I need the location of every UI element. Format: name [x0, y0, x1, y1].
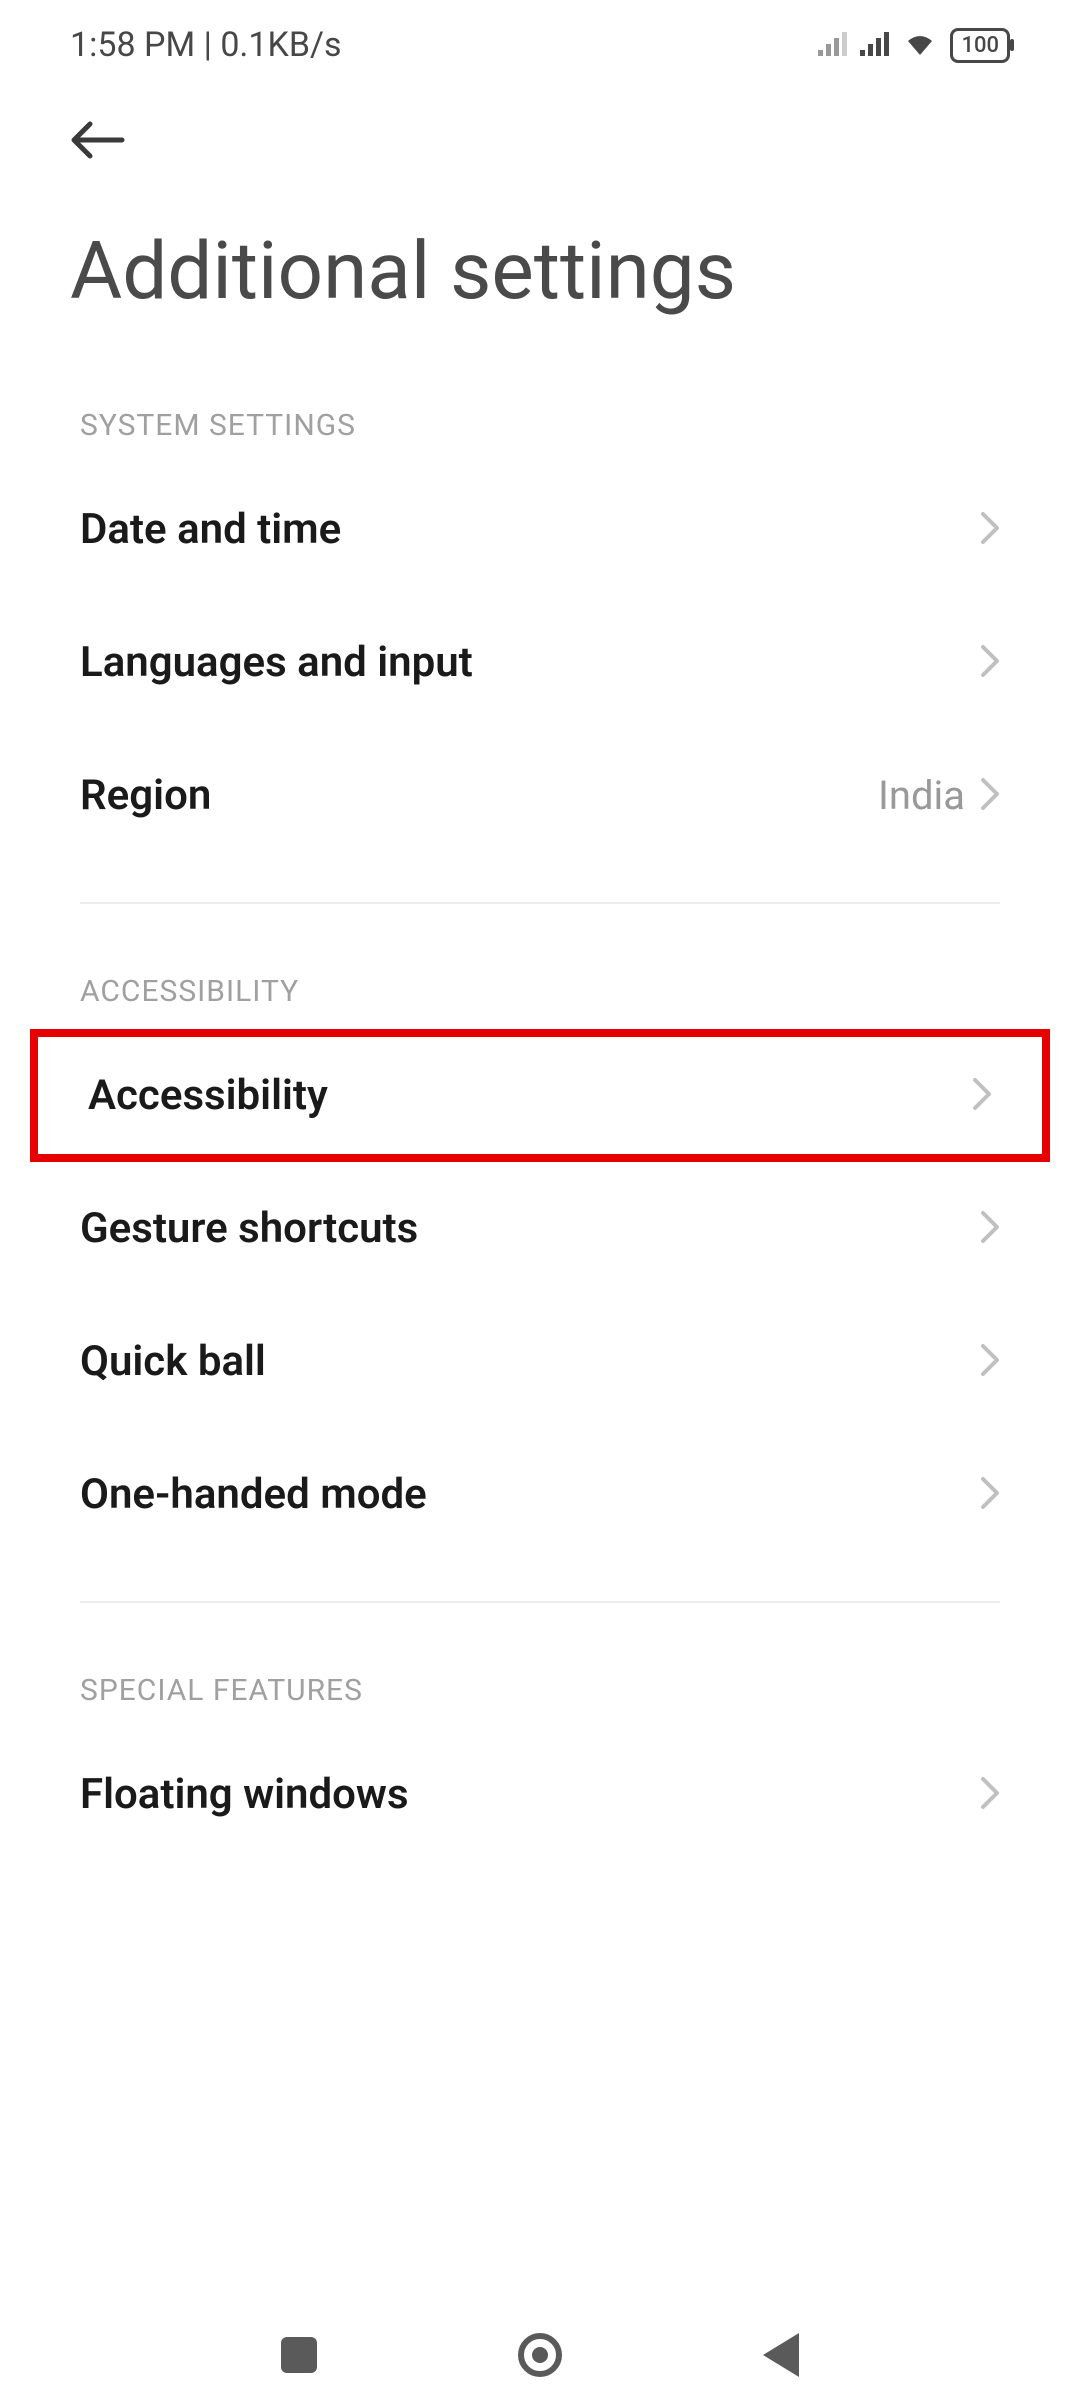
- section-header-special-features: SPECIAL FEATURES: [0, 1643, 1080, 1728]
- status-time-network: 1:58 PM | 0.1KB/s: [70, 25, 342, 65]
- status-separator: |: [195, 25, 220, 65]
- nav-back-icon[interactable]: [763, 2333, 799, 2377]
- status-icons: 100: [818, 28, 1010, 63]
- settings-item-label: Date and time: [80, 505, 341, 554]
- settings-item-value: India: [878, 772, 965, 819]
- page-title: Additional settings: [0, 184, 1080, 378]
- settings-item-region[interactable]: Region India: [0, 729, 1080, 862]
- divider: [80, 1601, 1000, 1603]
- signal-icon-2: [860, 30, 890, 60]
- battery-icon: 100: [950, 28, 1010, 63]
- nav-home-icon[interactable]: [518, 2333, 562, 2377]
- nav-recent-apps-icon[interactable]: [281, 2337, 317, 2373]
- chevron-right-icon: [980, 1210, 1000, 1248]
- status-bar: 1:58 PM | 0.1KB/s 100: [0, 0, 1080, 90]
- status-network-speed: 0.1KB/s: [220, 25, 341, 65]
- chevron-right-icon: [980, 644, 1000, 682]
- chevron-right-icon: [980, 777, 1000, 815]
- navigation-bar: [0, 2310, 1080, 2400]
- settings-item-accessibility[interactable]: Accessibility: [30, 1029, 1050, 1162]
- settings-item-label: Languages and input: [80, 638, 473, 687]
- settings-item-label: Region: [80, 771, 211, 820]
- chevron-right-icon: [980, 1776, 1000, 1814]
- settings-item-label: One-handed mode: [80, 1470, 427, 1519]
- back-arrow-icon: [70, 120, 126, 160]
- wifi-icon: [902, 29, 938, 61]
- settings-item-label: Accessibility: [88, 1071, 328, 1120]
- settings-item-date-time[interactable]: Date and time: [0, 463, 1080, 596]
- chevron-right-icon: [972, 1077, 992, 1115]
- signal-icon-1: [818, 30, 848, 60]
- settings-item-floating-windows[interactable]: Floating windows: [0, 1728, 1080, 1861]
- chevron-right-icon: [980, 511, 1000, 549]
- settings-item-languages[interactable]: Languages and input: [0, 596, 1080, 729]
- back-button[interactable]: [0, 90, 1080, 184]
- section-header-accessibility: ACCESSIBILITY: [0, 944, 1080, 1029]
- divider: [80, 902, 1000, 904]
- settings-item-label: Gesture shortcuts: [80, 1204, 418, 1253]
- settings-item-label: Quick ball: [80, 1337, 266, 1386]
- status-time: 1:58 PM: [70, 25, 195, 65]
- section-header-system: SYSTEM SETTINGS: [0, 378, 1080, 463]
- chevron-right-icon: [980, 1476, 1000, 1514]
- settings-item-label: Floating windows: [80, 1770, 409, 1819]
- chevron-right-icon: [980, 1343, 1000, 1381]
- battery-level: 100: [961, 33, 999, 58]
- settings-item-quick-ball[interactable]: Quick ball: [0, 1295, 1080, 1428]
- settings-item-gesture-shortcuts[interactable]: Gesture shortcuts: [0, 1162, 1080, 1295]
- settings-item-one-handed-mode[interactable]: One-handed mode: [0, 1428, 1080, 1561]
